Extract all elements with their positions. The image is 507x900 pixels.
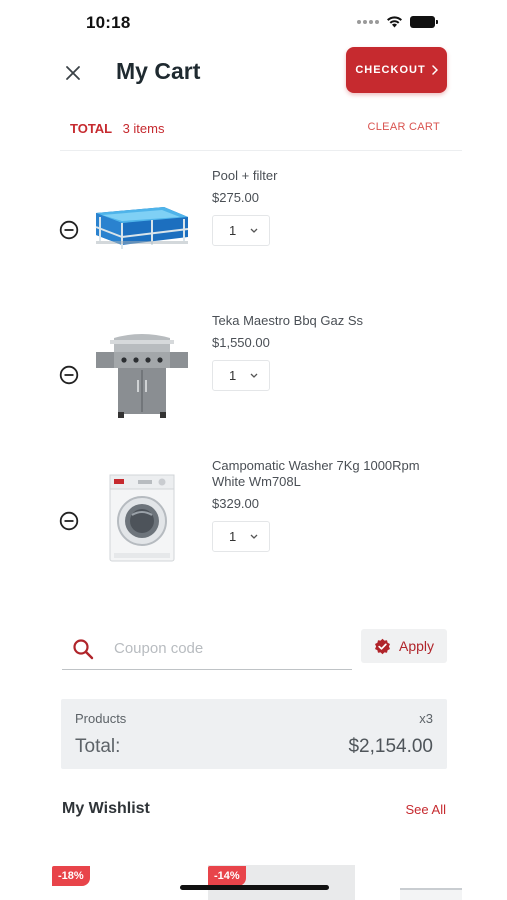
divider	[60, 150, 462, 151]
remove-item-button[interactable]	[59, 220, 79, 240]
home-indicator	[180, 885, 329, 890]
cellular-signal-icon	[357, 20, 379, 24]
status-time: 10:18	[86, 13, 131, 32]
products-quantity: x3	[419, 711, 433, 726]
item-info: Pool + filter $275.00 1	[212, 168, 452, 246]
wishlist-card[interactable]: -14%	[208, 860, 355, 900]
see-all-link[interactable]: See All	[406, 802, 446, 817]
total-label: TOTAL	[70, 121, 113, 136]
item-name: Pool + filter	[212, 168, 278, 183]
washing-machine-image	[109, 474, 175, 562]
discount-badge: -18%	[52, 866, 90, 886]
chevron-down-icon	[250, 534, 258, 539]
coupon-input[interactable]	[114, 640, 344, 657]
checkout-label: CHECKOUT	[355, 64, 426, 76]
status-icons	[357, 16, 438, 28]
total-value: $2,154.00	[348, 736, 433, 757]
remove-item-button[interactable]	[59, 365, 79, 385]
close-icon	[66, 66, 80, 80]
wishlist-product-image	[400, 888, 462, 900]
quantity-select[interactable]: 1	[212, 215, 270, 246]
items-count: 3 items	[122, 121, 165, 136]
verified-badge-icon	[374, 638, 390, 654]
search-icon	[73, 638, 94, 659]
item-info: Teka Maestro Bbq Gaz Ss $1,550.00 1	[212, 313, 452, 391]
wifi-icon	[387, 16, 402, 28]
total-label: Total:	[75, 736, 121, 757]
products-label: Products	[75, 711, 127, 726]
close-button[interactable]	[60, 60, 86, 86]
pool-image	[95, 207, 189, 249]
item-price: $275.00	[212, 190, 259, 205]
discount-badge: -14%	[208, 866, 246, 886]
item-info: Campomatic Washer 7Kg 1000Rpm White Wm70…	[212, 458, 452, 552]
quantity-select[interactable]: 1	[212, 360, 270, 391]
bbq-grill-image	[96, 334, 188, 418]
item-price: $1,550.00	[212, 335, 270, 350]
item-name: Teka Maestro Bbq Gaz Ss	[212, 313, 364, 328]
clear-cart-button[interactable]: CLEAR CART	[368, 121, 440, 133]
coupon-field	[62, 628, 352, 670]
wishlist-card[interactable]: -18%	[52, 860, 172, 900]
wishlist-card[interactable]	[400, 860, 462, 900]
cart-summary: TOTAL 3 items CLEAR CART	[70, 120, 440, 138]
status-bar: 10:18	[0, 0, 507, 44]
quantity-select[interactable]: 1	[212, 521, 270, 552]
apply-coupon-button[interactable]: Apply	[361, 629, 447, 663]
battery-icon	[410, 16, 438, 28]
wishlist-title: My Wishlist	[62, 800, 150, 817]
chevron-right-icon	[431, 65, 438, 75]
quantity-value: 1	[229, 223, 237, 238]
chevron-down-icon	[250, 228, 258, 233]
order-totals: Products x3 Total: $2,154.00	[61, 699, 447, 769]
quantity-value: 1	[229, 529, 237, 544]
item-name: Campomatic Washer 7Kg 1000Rpm White Wm70…	[212, 458, 420, 489]
chevron-down-icon	[250, 373, 258, 378]
remove-item-button[interactable]	[59, 511, 79, 531]
page-title: My Cart	[116, 58, 201, 84]
checkout-button[interactable]: CHECKOUT	[346, 47, 447, 93]
apply-label: Apply	[398, 638, 435, 654]
item-price: $329.00	[212, 496, 259, 511]
quantity-value: 1	[229, 368, 237, 383]
